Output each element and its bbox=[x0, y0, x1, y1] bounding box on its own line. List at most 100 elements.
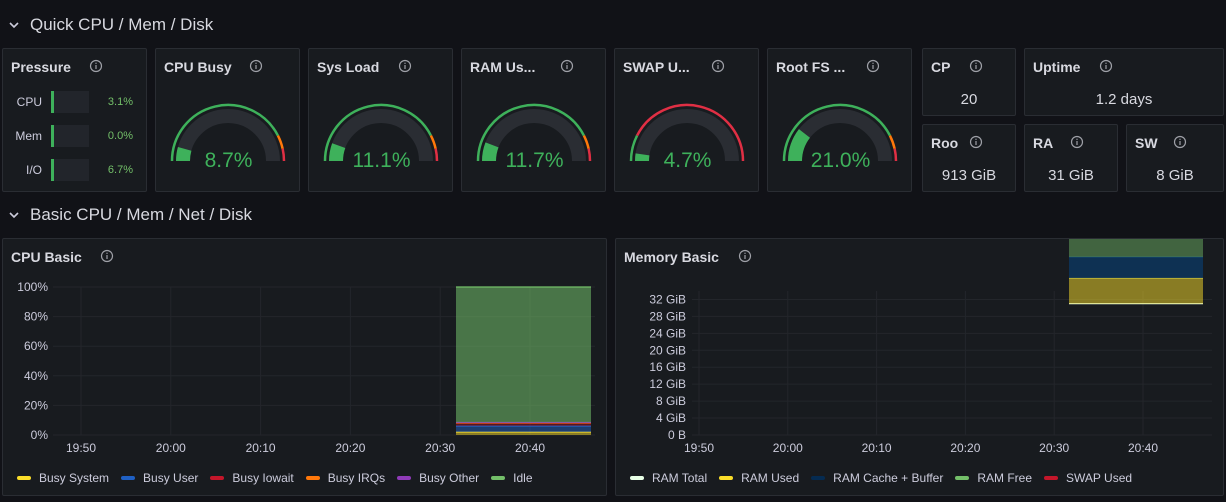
x-tick-label: 20:20 bbox=[335, 441, 365, 455]
row-header-basic[interactable]: Basic CPU / Mem / Net / Disk bbox=[0, 204, 252, 226]
legend-label: RAM Cache + Buffer bbox=[833, 471, 944, 485]
stat-panel-swap-total: SW 8 GiB bbox=[1126, 124, 1224, 192]
stat-value: 20 bbox=[960, 91, 978, 108]
gauge-value: 21.0% bbox=[810, 149, 871, 172]
y-tick-label: 24 GiB bbox=[649, 326, 686, 340]
y-tick-label: 20 GiB bbox=[649, 343, 686, 357]
gauge-value: 8.7% bbox=[204, 149, 253, 172]
area-ram-cache-buffer bbox=[1069, 257, 1203, 279]
row-header-quick[interactable]: Quick CPU / Mem / Disk bbox=[0, 14, 213, 36]
stat-panel-root-fs-total: Roo 913 GiB bbox=[922, 124, 1016, 192]
panel-title: Roo bbox=[931, 135, 959, 151]
legend-label: Idle bbox=[513, 471, 533, 485]
gauge-value: 4.7% bbox=[663, 149, 712, 172]
legend-item[interactable]: Busy IRQs bbox=[305, 471, 386, 485]
legend-item[interactable]: Busy System bbox=[17, 471, 109, 485]
pressure-row-cpu: CPU 3.1% bbox=[3, 91, 146, 113]
stat-value: 31 GiB bbox=[1048, 167, 1094, 184]
y-tick-label: 16 GiB bbox=[649, 360, 686, 374]
stat-value: 8 GiB bbox=[1156, 167, 1194, 184]
legend-label: SWAP Used bbox=[1066, 471, 1133, 485]
legend-label: RAM Used bbox=[741, 471, 800, 485]
info-icon[interactable] bbox=[1173, 135, 1187, 149]
legend-swatch bbox=[305, 476, 320, 480]
area-ram-total bbox=[1069, 304, 1203, 435]
info-icon[interactable] bbox=[1070, 135, 1084, 149]
y-tick-label: 0 B bbox=[668, 428, 686, 442]
legend-label: Busy User bbox=[143, 471, 199, 485]
legend-swatch bbox=[491, 476, 506, 480]
memory-basic-legend: RAM Total RAM Used RAM Cache + Buffer RA… bbox=[630, 471, 1144, 485]
panel-title: SW bbox=[1135, 135, 1158, 151]
legend-item[interactable]: Busy User bbox=[121, 471, 198, 485]
area-ram-free bbox=[1069, 239, 1203, 258]
legend-item[interactable]: Busy Iowait bbox=[210, 471, 294, 485]
legend-item[interactable]: Idle bbox=[491, 471, 533, 485]
info-icon[interactable] bbox=[89, 59, 103, 73]
x-tick-label: 19:50 bbox=[66, 441, 96, 455]
stat-panel-uptime: Uptime 1.2 days bbox=[1024, 48, 1224, 116]
y-tick-label: 60% bbox=[24, 339, 48, 353]
pressure-label: CPU bbox=[16, 95, 42, 109]
y-tick-label: 0% bbox=[31, 428, 49, 442]
y-tick-label: 100% bbox=[17, 280, 48, 294]
cpu-basic-legend: Busy System Busy User Busy Iowait Busy I… bbox=[17, 471, 545, 485]
pressure-label: I/O bbox=[25, 163, 42, 177]
row-title: Basic CPU / Mem / Net / Disk bbox=[30, 205, 252, 224]
gauge-panel-root-fs: Root FS ... 21.0% bbox=[767, 48, 912, 192]
y-tick-label: 32 GiB bbox=[649, 292, 686, 306]
memory-basic-panel: Memory Basic 0 B4 GiB 8 GiB 12 GiB 16 GiB 20… bbox=[615, 238, 1224, 496]
gauge-value: 11.7% bbox=[505, 149, 564, 172]
legend-label: Busy Other bbox=[419, 471, 480, 485]
gauge-panel-cpu-busy: CPU Busy 8.7% bbox=[155, 48, 300, 192]
gauge-panel-swap-used: SWAP U... 4.7% bbox=[614, 48, 759, 192]
stat-panel-cpu-cores: CP 20 bbox=[922, 48, 1016, 116]
info-icon[interactable] bbox=[969, 59, 983, 73]
area-busy-user bbox=[456, 426, 591, 433]
pressure-value: 6.7% bbox=[107, 164, 133, 176]
legend-item[interactable]: Busy Other bbox=[397, 471, 479, 485]
area-idle bbox=[456, 287, 591, 423]
chevron-down-icon bbox=[9, 22, 19, 29]
pressure-bar bbox=[51, 159, 89, 181]
legend-swatch bbox=[719, 476, 734, 480]
cpu-basic-panel: CPU Basic 0% 20% 40% 60% 80% 100% 19:50 20:00 20… bbox=[2, 238, 607, 496]
pressure-bar bbox=[51, 91, 89, 113]
gauge-threshold-warn bbox=[429, 135, 437, 150]
panel-title: Uptime bbox=[1033, 59, 1081, 75]
x-tick-label: 20:40 bbox=[515, 441, 545, 455]
legend-swatch bbox=[210, 476, 225, 480]
legend-swatch bbox=[1044, 476, 1059, 480]
x-tick-label: 20:10 bbox=[246, 441, 276, 455]
legend-swatch bbox=[121, 476, 136, 480]
info-icon[interactable] bbox=[969, 135, 983, 149]
y-tick-label: 28 GiB bbox=[649, 309, 686, 323]
pressure-label: Mem bbox=[15, 129, 42, 143]
legend-item[interactable]: SWAP Used bbox=[1044, 471, 1132, 485]
gauge-panel-sys-load: Sys Load 11.1% bbox=[308, 48, 453, 192]
legend-item[interactable]: RAM Cache + Buffer bbox=[811, 471, 943, 485]
gauge-threshold-warn bbox=[276, 135, 284, 150]
legend-label: Busy IRQs bbox=[327, 471, 386, 485]
gauge-value: 11.1% bbox=[352, 149, 411, 172]
x-tick-label: 20:40 bbox=[1128, 441, 1158, 455]
gauge-panel-ram-used: RAM Us... 11.7% bbox=[461, 48, 606, 192]
gauge-threshold-warn bbox=[888, 135, 896, 150]
info-icon[interactable] bbox=[1099, 59, 1113, 73]
stat-panel-ram-total: RA 31 GiB bbox=[1024, 124, 1118, 192]
x-tick-label: 20:10 bbox=[862, 441, 892, 455]
legend-swatch bbox=[811, 476, 826, 480]
pressure-value: 3.1% bbox=[107, 96, 133, 108]
y-tick-label: 8 GiB bbox=[656, 394, 686, 408]
y-tick-label: 20% bbox=[24, 398, 48, 412]
legend-item[interactable]: RAM Free bbox=[955, 471, 1032, 485]
stat-value: 1.2 days bbox=[1095, 91, 1153, 108]
legend-item[interactable]: RAM Total bbox=[630, 471, 707, 485]
pressure-value: 0.0% bbox=[107, 130, 133, 142]
legend-item[interactable]: RAM Used bbox=[719, 471, 799, 485]
x-tick-label: 20:00 bbox=[156, 441, 186, 455]
legend-label: Busy System bbox=[39, 471, 110, 485]
legend-swatch bbox=[955, 476, 970, 480]
area-ram-used bbox=[1069, 278, 1203, 304]
gauge-threshold-warn bbox=[582, 135, 590, 150]
